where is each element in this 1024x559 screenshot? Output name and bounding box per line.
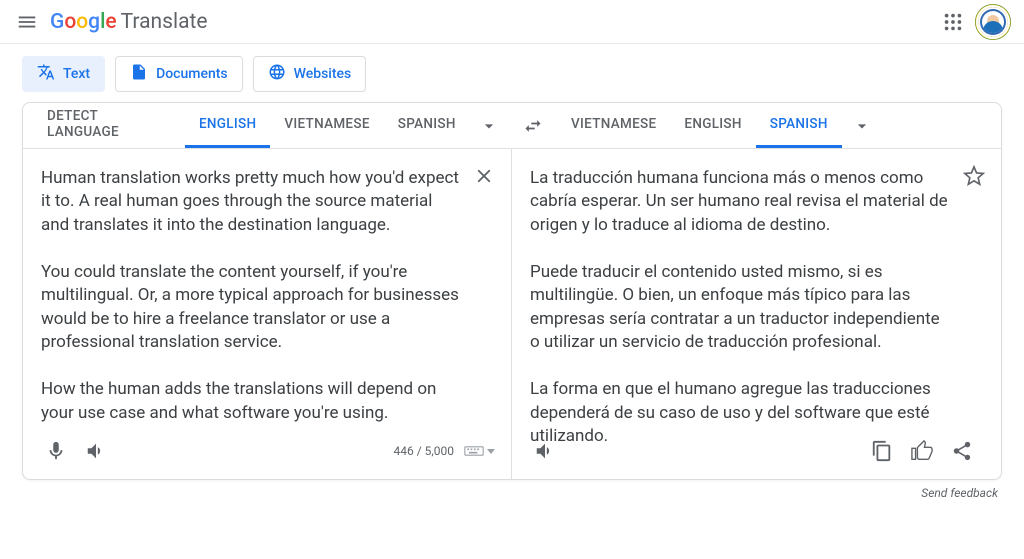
mode-websites-label: Websites	[294, 66, 352, 82]
target-lang-more[interactable]	[842, 116, 882, 136]
language-bar: DETECT LANGUAGE ENGLISH VIETNAMESE SPANI…	[23, 103, 1001, 149]
save-translation-button[interactable]	[961, 163, 987, 189]
mode-text-label: Text	[63, 66, 90, 82]
source-lang-english[interactable]: ENGLISH	[185, 103, 270, 148]
copy-translation-button[interactable]	[865, 434, 899, 468]
account-avatar[interactable]	[978, 7, 1008, 37]
microphone-button[interactable]	[39, 434, 73, 468]
globe-icon	[268, 63, 286, 85]
mode-documents-button[interactable]: Documents	[115, 56, 243, 92]
source-lang-detect[interactable]: DETECT LANGUAGE	[33, 103, 185, 148]
source-language-group: DETECT LANGUAGE ENGLISH VIETNAMESE SPANI…	[23, 103, 509, 148]
mode-row: Text Documents Websites	[0, 44, 1024, 102]
translation-panes: Human translation works pretty much how …	[23, 149, 1001, 479]
translate-icon	[37, 63, 55, 85]
menu-icon[interactable]	[16, 11, 38, 33]
target-lang-vietnamese[interactable]: VIETNAMESE	[557, 103, 670, 148]
source-toolbar: 446 / 5,000	[39, 433, 495, 469]
source-pane: Human translation works pretty much how …	[23, 149, 512, 479]
listen-translation-button[interactable]	[528, 434, 562, 468]
target-toolbar	[528, 433, 985, 469]
target-lang-spanish[interactable]: SPANISH	[756, 103, 842, 148]
target-language-group: VIETNAMESE ENGLISH SPANISH	[547, 103, 1001, 148]
chevron-down-icon	[487, 449, 495, 454]
translation-output: La traducción humana funciona más o meno…	[530, 167, 949, 448]
swap-languages-button[interactable]	[519, 110, 547, 142]
source-lang-more[interactable]	[470, 116, 509, 136]
rate-translation-button[interactable]	[905, 434, 939, 468]
listen-source-button[interactable]	[79, 434, 113, 468]
share-translation-button[interactable]	[945, 434, 979, 468]
character-count: 446 / 5,000	[394, 444, 454, 458]
input-tool-button[interactable]	[464, 445, 495, 457]
mode-documents-label: Documents	[156, 66, 228, 82]
source-lang-vietnamese[interactable]: VIETNAMESE	[270, 103, 383, 148]
clear-source-button[interactable]	[471, 163, 497, 189]
feedback-row: Send feedback	[0, 480, 1024, 500]
google-apps-icon[interactable]	[942, 11, 964, 33]
mode-text-button[interactable]: Text	[22, 56, 105, 92]
document-icon	[130, 63, 148, 85]
translate-card: DETECT LANGUAGE ENGLISH VIETNAMESE SPANI…	[22, 102, 1002, 480]
send-feedback-link[interactable]: Send feedback	[921, 486, 998, 500]
target-lang-english[interactable]: ENGLISH	[670, 103, 755, 148]
product-name: Translate	[121, 10, 208, 34]
target-pane: La traducción humana funciona más o meno…	[512, 149, 1001, 479]
source-text-input[interactable]: Human translation works pretty much how …	[41, 167, 459, 425]
top-bar: Google Translate	[0, 0, 1024, 44]
mode-websites-button[interactable]: Websites	[253, 56, 367, 92]
source-lang-spanish[interactable]: SPANISH	[384, 103, 470, 148]
product-logo[interactable]: Google Translate	[50, 10, 208, 34]
